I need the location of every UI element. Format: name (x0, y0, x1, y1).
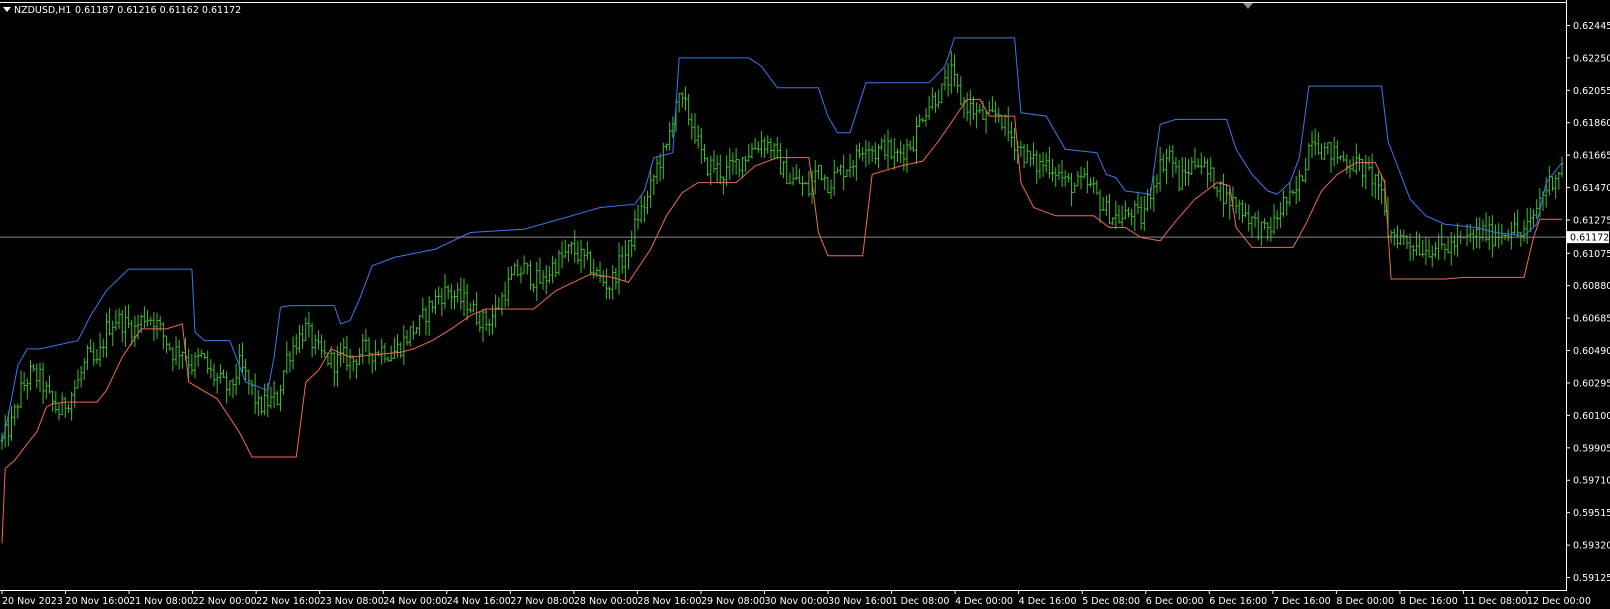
x-tick-label: 20 Nov 2023 (2, 596, 63, 607)
x-tick-label: 28 Nov 00:00 (574, 596, 638, 607)
x-tick-label: 7 Dec 16:00 (1273, 596, 1331, 607)
x-tick-label: 6 Dec 00:00 (1146, 596, 1204, 607)
x-tick-label: 30 Nov 16:00 (828, 596, 892, 607)
x-tick-label: 8 Dec 00:00 (1336, 596, 1394, 607)
x-tick-label: 21 Nov 08:00 (129, 596, 193, 607)
y-tick-label: 0.59320 (1573, 541, 1610, 552)
y-tick-label: 0.62055 (1573, 86, 1610, 97)
chart-background (0, 0, 1610, 609)
x-tick-label: 24 Nov 00:00 (383, 596, 447, 607)
price-chart[interactable]: NZDUSD,H1 0.61187 0.61216 0.61162 0.6117… (0, 0, 1610, 609)
y-tick-label: 0.59125 (1573, 573, 1610, 584)
x-tick-label: 30 Nov 00:00 (765, 596, 829, 607)
y-tick-label: 0.61075 (1573, 249, 1610, 260)
x-tick-label: 24 Nov 16:00 (447, 596, 511, 607)
x-tick-label: 20 Nov 16:00 (66, 596, 130, 607)
x-tick-label: 11 Dec 08:00 (1463, 596, 1527, 607)
x-tick-label: 22 Nov 16:00 (256, 596, 320, 607)
symbol-label: NZDUSD,H1 (14, 5, 71, 16)
ohlc-readout: 0.61187 0.61216 0.61162 0.61172 (75, 5, 241, 16)
x-tick-label: 23 Nov 08:00 (320, 596, 384, 607)
y-tick-label: 0.60490 (1573, 346, 1610, 357)
y-tick-label: 0.59515 (1573, 508, 1610, 519)
y-tick-label: 0.62445 (1573, 21, 1610, 32)
y-tick-label: 0.59710 (1573, 476, 1610, 487)
current-price-label: 0.61172 (1570, 233, 1609, 244)
y-tick-label: 0.60880 (1573, 281, 1610, 292)
y-tick-label: 0.61665 (1573, 151, 1610, 162)
x-tick-label: 6 Dec 16:00 (1209, 596, 1267, 607)
x-tick-label: 27 Nov 08:00 (510, 596, 574, 607)
x-tick-label: 22 Nov 00:00 (193, 596, 257, 607)
y-tick-label: 0.60685 (1573, 314, 1610, 325)
y-tick-label: 0.61275 (1573, 216, 1610, 227)
x-tick-label: 28 Nov 16:00 (637, 596, 701, 607)
y-tick-label: 0.61470 (1573, 183, 1610, 194)
y-tick-label: 0.59905 (1573, 443, 1610, 454)
y-tick-label: 0.60295 (1573, 378, 1610, 389)
x-tick-label: 4 Dec 00:00 (955, 596, 1013, 607)
y-tick-label: 0.60100 (1573, 411, 1610, 422)
x-tick-label: 12 Dec 00:00 (1527, 596, 1591, 607)
x-tick-label: 4 Dec 16:00 (1019, 596, 1077, 607)
y-tick-label: 0.62250 (1573, 53, 1610, 64)
x-tick-label: 29 Nov 08:00 (701, 596, 765, 607)
x-tick-label: 1 Dec 08:00 (892, 596, 950, 607)
y-tick-label: 0.61860 (1573, 118, 1610, 129)
x-tick-label: 5 Dec 08:00 (1082, 596, 1140, 607)
x-tick-label: 8 Dec 16:00 (1400, 596, 1458, 607)
